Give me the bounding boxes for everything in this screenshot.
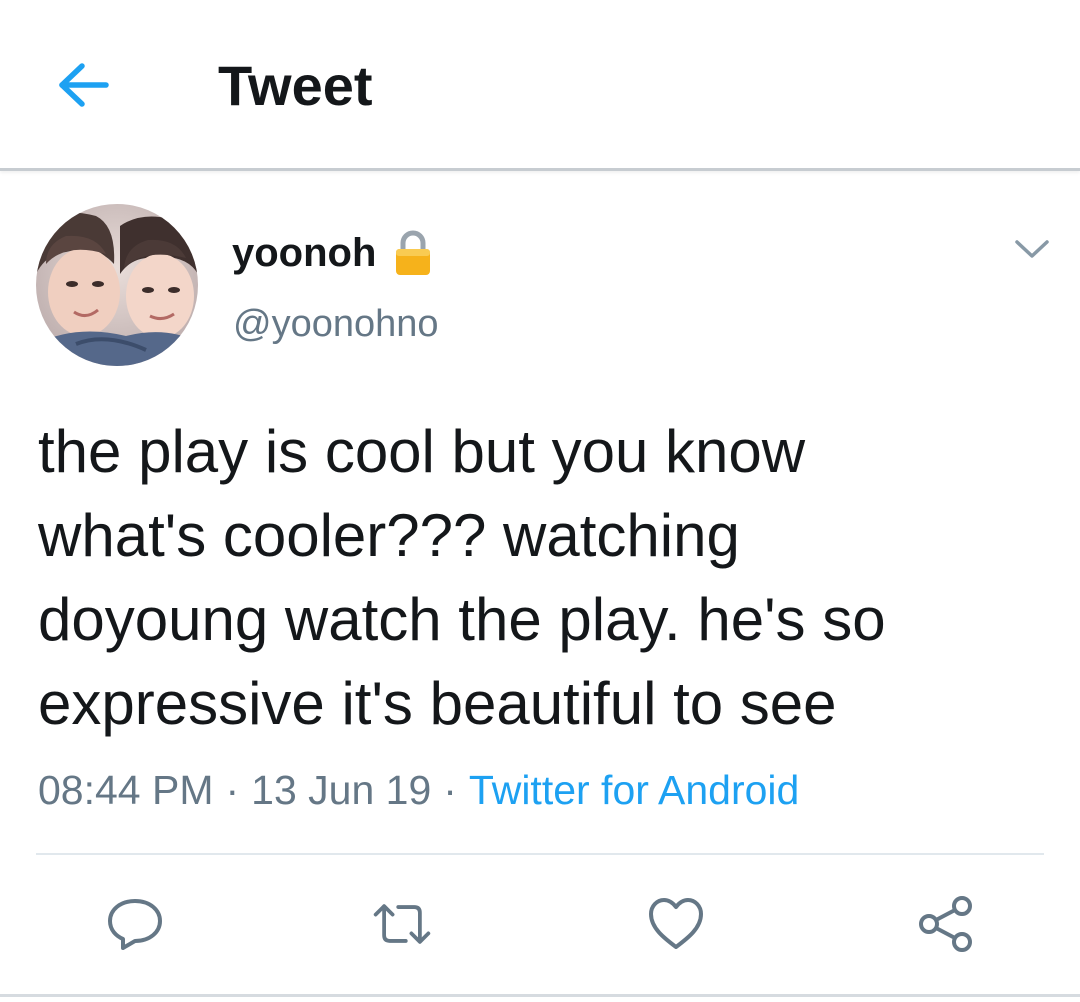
page-title: Tweet	[218, 54, 373, 117]
share-icon	[919, 896, 972, 952]
chevron-down-icon	[1015, 240, 1049, 258]
reply-icon	[108, 899, 162, 950]
meta-separator: ·	[443, 767, 457, 813]
avatar[interactable]	[36, 204, 198, 366]
tweet-source-link[interactable]: Twitter for Android	[469, 767, 799, 813]
share-button[interactable]	[914, 892, 978, 956]
user-handle[interactable]: @yoonohno	[233, 300, 439, 348]
meta-separator: ·	[225, 767, 240, 813]
tweet-text: the play is cool but you know what's coo…	[38, 418, 886, 737]
divider	[36, 853, 1044, 855]
heart-icon	[649, 898, 703, 949]
tweet-date: 13 Jun 19	[251, 767, 432, 813]
tweet-metadata: 08:44 PM · 13 Jun 19 · Twitter for Android	[38, 762, 799, 818]
lock-icon	[396, 230, 431, 275]
tweet-time: 08:44 PM	[38, 767, 214, 813]
bottom-divider	[0, 994, 1080, 997]
avatar-photo	[36, 204, 198, 366]
arrow-left-icon	[59, 63, 109, 107]
back-button[interactable]	[52, 55, 116, 115]
top-bar: Tweet	[0, 0, 1080, 171]
display-name-row[interactable]: yoonoh	[232, 226, 432, 280]
retweet-button[interactable]	[370, 892, 434, 956]
reply-button[interactable]	[103, 892, 167, 956]
like-button[interactable]	[644, 892, 708, 956]
tweet-menu-button[interactable]	[1010, 232, 1054, 268]
retweet-icon	[373, 904, 431, 944]
display-name: yoonoh	[232, 231, 377, 275]
